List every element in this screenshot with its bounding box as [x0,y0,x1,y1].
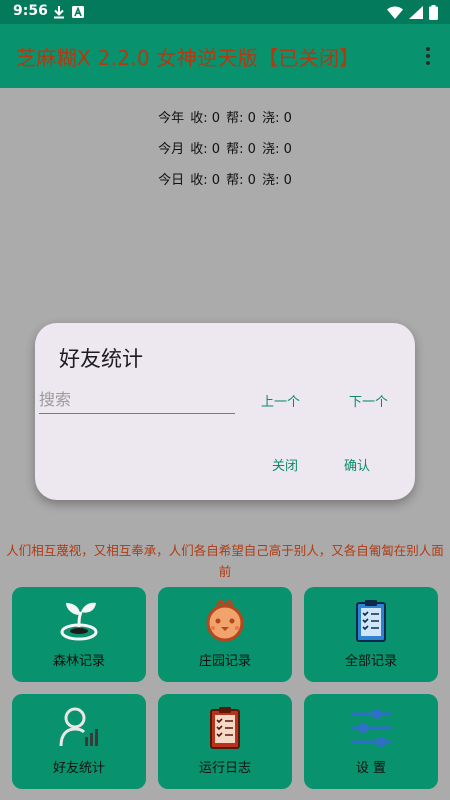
user-stats-icon [59,707,98,747]
prev-button[interactable]: 上一个 [261,391,300,410]
stat-row-day: 今日 收: 0 帮: 0 浇: 0 [0,170,450,201]
friend-stats-dialog: 好友统计 上一个 下一个 关闭 确认 [35,323,415,500]
clipboard-icon [356,600,386,642]
stat-shou: 收: 0 [190,142,221,157]
tile-label: 庄园记录 [198,654,251,669]
tile-label: 森林记录 [52,654,105,669]
close-button[interactable]: 关闭 [272,455,298,474]
stat-period: 今年 [158,111,185,126]
stat-period: 今月 [158,142,185,157]
sliders-icon [351,709,391,747]
dialog-title: 好友统计 [59,347,143,371]
quote-text: 人们相互蔑视，又相互奉承，人们各自希望自己高于别人，又各自匍匐在别人面前 [6,543,444,579]
tile-label: 好友统计 [52,761,105,776]
download-icon [54,6,64,19]
stats-panel: 今年 收: 0 帮: 0 浇: 0 今月 收: 0 帮: 0 浇: 0 今日 收… [0,108,450,201]
search-input[interactable] [39,386,235,414]
stat-bang: 帮: 0 [226,142,256,157]
stat-shou: 收: 0 [190,111,221,126]
tile-label: 运行日志 [198,761,251,776]
app-title: 芝麻糊X 2.2.0 女神逆天版【已关闭】 [16,46,360,70]
stat-period: 今日 [158,173,185,188]
stat-jiao: 浇: 0 [262,173,292,188]
status-bar: 9:56 [0,0,450,24]
tile-label: 全部记录 [344,654,397,669]
tile-settings[interactable]: 设 置 [304,694,438,789]
log-clipboard-icon [210,707,240,749]
status-time: 9:56 [13,3,48,19]
tile-label: 设 置 [355,761,387,776]
signal-icon [409,6,423,19]
tile-all-records[interactable]: 全部记录 [304,587,438,682]
confirm-button[interactable]: 确认 [344,455,370,474]
stat-jiao: 浇: 0 [262,111,292,126]
battery-icon [429,5,438,20]
stat-bang: 帮: 0 [226,173,256,188]
font-icon [72,6,84,18]
stat-jiao: 浇: 0 [262,142,292,157]
stat-bang: 帮: 0 [226,111,256,126]
stat-shou: 收: 0 [190,173,221,188]
tile-forest-records[interactable]: 森林记录 [12,587,146,682]
tile-friend-stats[interactable]: 好友统计 [12,694,146,789]
tile-farm-records[interactable]: 庄园记录 [158,587,292,682]
overflow-menu-icon[interactable] [420,46,436,66]
chick-icon [206,599,244,642]
app-bar: 芝麻糊X 2.2.0 女神逆天版【已关闭】 [0,24,450,88]
stat-row-month: 今月 收: 0 帮: 0 浇: 0 [0,139,450,170]
stat-row-year: 今年 收: 0 帮: 0 浇: 0 [0,108,450,139]
next-button[interactable]: 下一个 [349,391,388,410]
sprout-icon [60,602,98,641]
wifi-icon [387,6,403,19]
tile-run-log[interactable]: 运行日志 [158,694,292,789]
